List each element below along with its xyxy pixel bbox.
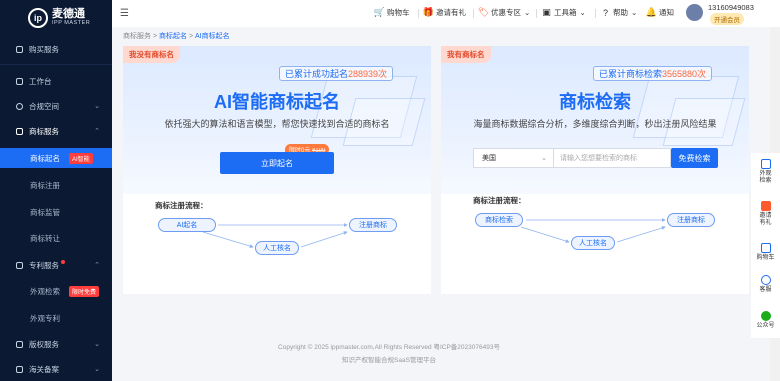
floating-rail: 外观检索 邀请有礼 购物车 客服 公众号: [751, 153, 780, 338]
avatar[interactable]: [686, 4, 703, 21]
shop-icon: [16, 45, 23, 53]
slogan-text: 知识产权智能合规SaaS管理平台: [342, 357, 436, 364]
chevron-down-icon: ⌄: [94, 103, 100, 110]
chevron-up-icon: ⌃: [94, 262, 100, 269]
copyright-icon: [16, 340, 23, 348]
toolbox-icon: ▣: [542, 7, 551, 17]
ai-naming-card: 我没有商标名 已累计成功起名 288939次 AI智能商标起名 依托强大的算法和语…: [123, 46, 431, 294]
sidebar-item-buy[interactable]: 购买服务: [0, 40, 112, 58]
sidebar-item-compliance[interactable]: 合规空间 ⌄: [0, 97, 112, 115]
notification-link[interactable]: 🔔 通知: [645, 7, 674, 18]
breadcrumb-item[interactable]: 商标服务: [123, 33, 151, 40]
flow-step: 注册商标: [667, 213, 715, 227]
membership-badge[interactable]: 开通会员: [710, 13, 744, 25]
chevron-down-icon: ⌄: [94, 366, 100, 373]
brand-logo[interactable]: ip 麦德通 IPP MASTER: [0, 0, 112, 36]
flow-arrows: [520, 218, 666, 243]
trademark-search-card: 我有商标名 已累计商标检索 3565880次 商标检索 海量商标数据综合分析，多维…: [441, 46, 749, 294]
flow-arrows: [202, 223, 348, 248]
sidebar-item-customs[interactable]: 海关备案 ⌄: [0, 360, 112, 378]
patent-icon: [16, 261, 23, 269]
ai-badge: AI智能: [69, 152, 93, 164]
logo-mark: ip: [28, 8, 48, 28]
help-menu[interactable]: ? 帮助 ⌄: [601, 7, 637, 18]
invite-link[interactable]: 🎁 邀请有礼: [422, 7, 466, 18]
cart-icon: 🛒: [373, 7, 386, 17]
rail-cart[interactable]: 购物车: [751, 243, 780, 262]
gift-icon: 🎁: [422, 7, 435, 17]
sidebar-item-trademark-register[interactable]: 商标注册: [0, 176, 112, 194]
sidebar-item-design-search[interactable]: 外观检索 限时免费: [0, 282, 112, 300]
bell-icon: 🔔: [645, 7, 658, 17]
rail-wechat[interactable]: 公众号: [751, 311, 780, 330]
breadcrumb-item[interactable]: 商标起名: [159, 33, 187, 40]
chevron-down-icon: ⌄: [579, 8, 586, 17]
top-header: ☰ 🛒 购物车 🎁 邀请有礼 🏷 优惠专区 ⌄ ▣ 工具箱 ⌄ ? 帮助 ⌄ 🔔…: [112, 0, 780, 27]
free-badge: 限时免费: [69, 285, 100, 297]
notification-dot: [61, 260, 65, 264]
sidebar: ip 麦德通 IPP MASTER 购买服务 工作台 合规空间 ⌄ 商标服务 ⌃…: [0, 0, 112, 381]
divider: [0, 64, 112, 65]
breadcrumb-current: AI商标起名: [195, 33, 230, 40]
chevron-up-icon: ⌃: [94, 128, 100, 135]
design-search-icon: [760, 159, 771, 169]
wechat-icon: [760, 311, 771, 321]
sidebar-item-trademark-naming[interactable]: 商标起名 AI智能: [0, 148, 112, 168]
divider: [536, 9, 537, 18]
sidebar-item-trademark-monitor[interactable]: 商标监管: [0, 203, 112, 221]
divider: [473, 9, 474, 18]
rail-service[interactable]: 客服: [751, 275, 780, 294]
rail-design-search[interactable]: 外观检索: [751, 159, 780, 185]
flow-step: 人工核名: [255, 241, 299, 255]
sidebar-item-trademark[interactable]: 商标服务 ⌃: [0, 122, 112, 140]
divider: [595, 9, 596, 18]
cart-link[interactable]: 🛒 购物车: [373, 7, 410, 18]
menu-toggle-icon[interactable]: ☰: [120, 8, 129, 19]
shield-icon: [16, 102, 23, 110]
flow-step: 注册商标: [349, 218, 397, 232]
toolbox-menu[interactable]: ▣ 工具箱 ⌄: [542, 7, 586, 18]
user-phone[interactable]: 13160949083: [708, 3, 754, 12]
chevron-down-icon: ⌄: [524, 8, 531, 17]
gift-icon: [760, 201, 771, 211]
sidebar-item-patent[interactable]: 专利服务 ⌃: [0, 256, 112, 274]
sidebar-item-copyright[interactable]: 版权服务 ⌄: [0, 335, 112, 353]
monitor-icon: [16, 77, 23, 85]
breadcrumb: 商标服务 > 商标起名 > AI商标起名: [123, 33, 230, 40]
copyright-text: Copyright © 2025 ippmaster.com,All Right…: [278, 344, 500, 351]
cart-icon: [760, 243, 771, 253]
headset-icon: [760, 275, 771, 285]
flow-step: 人工核名: [571, 236, 615, 250]
flow-step: AI起名: [158, 218, 216, 232]
customs-icon: [16, 365, 23, 373]
coupon-icon: 🏷: [477, 7, 490, 17]
trademark-icon: [16, 127, 23, 135]
sidebar-item-trademark-transfer[interactable]: 商标转让: [0, 229, 112, 247]
sidebar-item-workbench[interactable]: 工作台: [0, 72, 112, 90]
rail-invite[interactable]: 邀请有礼: [751, 201, 780, 227]
sidebar-item-design-patent[interactable]: 外观专利: [0, 309, 112, 327]
chevron-down-icon: ⌄: [94, 341, 100, 348]
brand-sub: IPP MASTER: [52, 20, 91, 27]
divider: [418, 9, 419, 18]
flow-step: 商标检索: [475, 213, 523, 227]
chevron-down-icon: ⌄: [631, 8, 638, 17]
brand-name: 麦德通: [52, 8, 85, 21]
help-icon: ?: [602, 7, 608, 18]
promo-menu[interactable]: 🏷 优惠专区 ⌄: [477, 7, 531, 18]
